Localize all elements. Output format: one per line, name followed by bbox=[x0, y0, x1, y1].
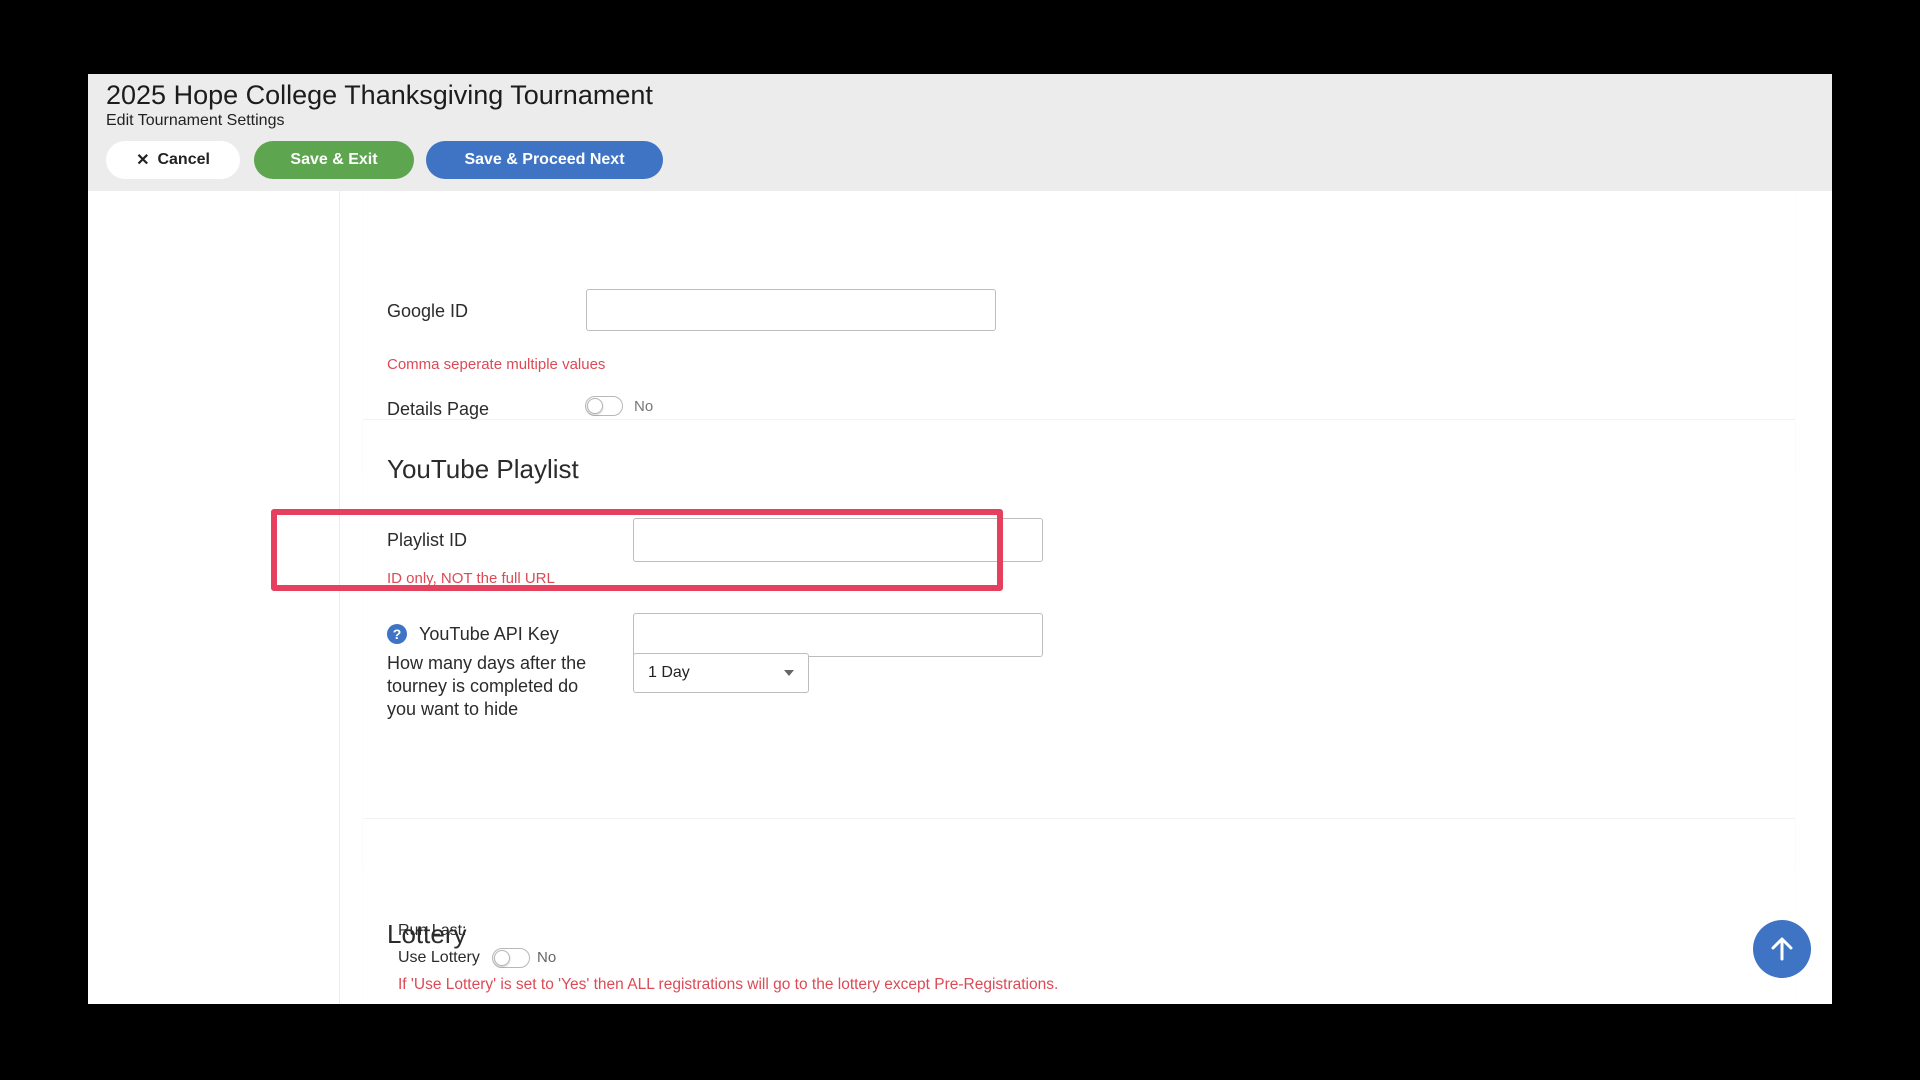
highlight-annotation-box bbox=[271, 509, 1003, 591]
save-exit-button[interactable]: Save & Exit bbox=[254, 141, 414, 179]
use-lottery-label: Use Lottery bbox=[398, 949, 480, 966]
google-id-label: Google ID bbox=[387, 301, 469, 321]
google-id-input[interactable] bbox=[586, 289, 996, 331]
details-page-label: Details Page bbox=[387, 399, 490, 419]
left-sidebar bbox=[88, 191, 340, 1004]
cancel-button-label: Cancel bbox=[157, 151, 210, 168]
youtube-api-key-label: YouTube API Key bbox=[419, 624, 559, 644]
youtube-api-key-input[interactable] bbox=[633, 613, 1043, 657]
arrow-up-icon bbox=[1771, 937, 1793, 961]
cancel-button[interactable]: ✕ Cancel bbox=[106, 141, 240, 179]
close-icon: ✕ bbox=[136, 152, 150, 169]
run-last-label: Run Last: bbox=[398, 922, 467, 939]
save-proceed-next-button[interactable]: Save & Proceed Next bbox=[426, 141, 663, 179]
use-lottery-toggle[interactable] bbox=[492, 948, 530, 968]
hide-after-days-value: 1 Day bbox=[648, 664, 690, 681]
google-id-hint: Comma seperate multiple values bbox=[387, 356, 606, 373]
details-page-toggle[interactable] bbox=[585, 396, 623, 416]
page-title: 2025 Hope College Thanksgiving Tournamen… bbox=[106, 80, 653, 110]
page-subtitle: Edit Tournament Settings bbox=[106, 112, 285, 129]
toggle-knob bbox=[494, 950, 510, 966]
chevron-down-icon bbox=[784, 670, 794, 676]
help-icon[interactable]: ? bbox=[387, 624, 407, 644]
use-lottery-warning: If 'Use Lottery' is set to 'Yes' then AL… bbox=[398, 976, 1059, 993]
hide-after-days-select[interactable]: 1 Day bbox=[633, 653, 809, 693]
toggle-knob bbox=[587, 398, 603, 414]
hide-after-days-label: How many days after the tourney is compl… bbox=[387, 653, 587, 719]
page-header: 2025 Hope College Thanksgiving Tournamen… bbox=[88, 74, 1832, 191]
details-page-toggle-state: No bbox=[634, 398, 654, 415]
save-exit-button-label: Save & Exit bbox=[290, 151, 378, 168]
youtube-playlist-card: YouTube Playlist Playlist ID ID only, NO… bbox=[363, 419, 1795, 871]
use-lottery-toggle-state: No bbox=[537, 949, 557, 966]
save-proceed-next-button-label: Save & Proceed Next bbox=[464, 151, 625, 168]
scroll-to-top-button[interactable] bbox=[1753, 920, 1811, 978]
youtube-section-title: YouTube Playlist bbox=[387, 454, 579, 484]
